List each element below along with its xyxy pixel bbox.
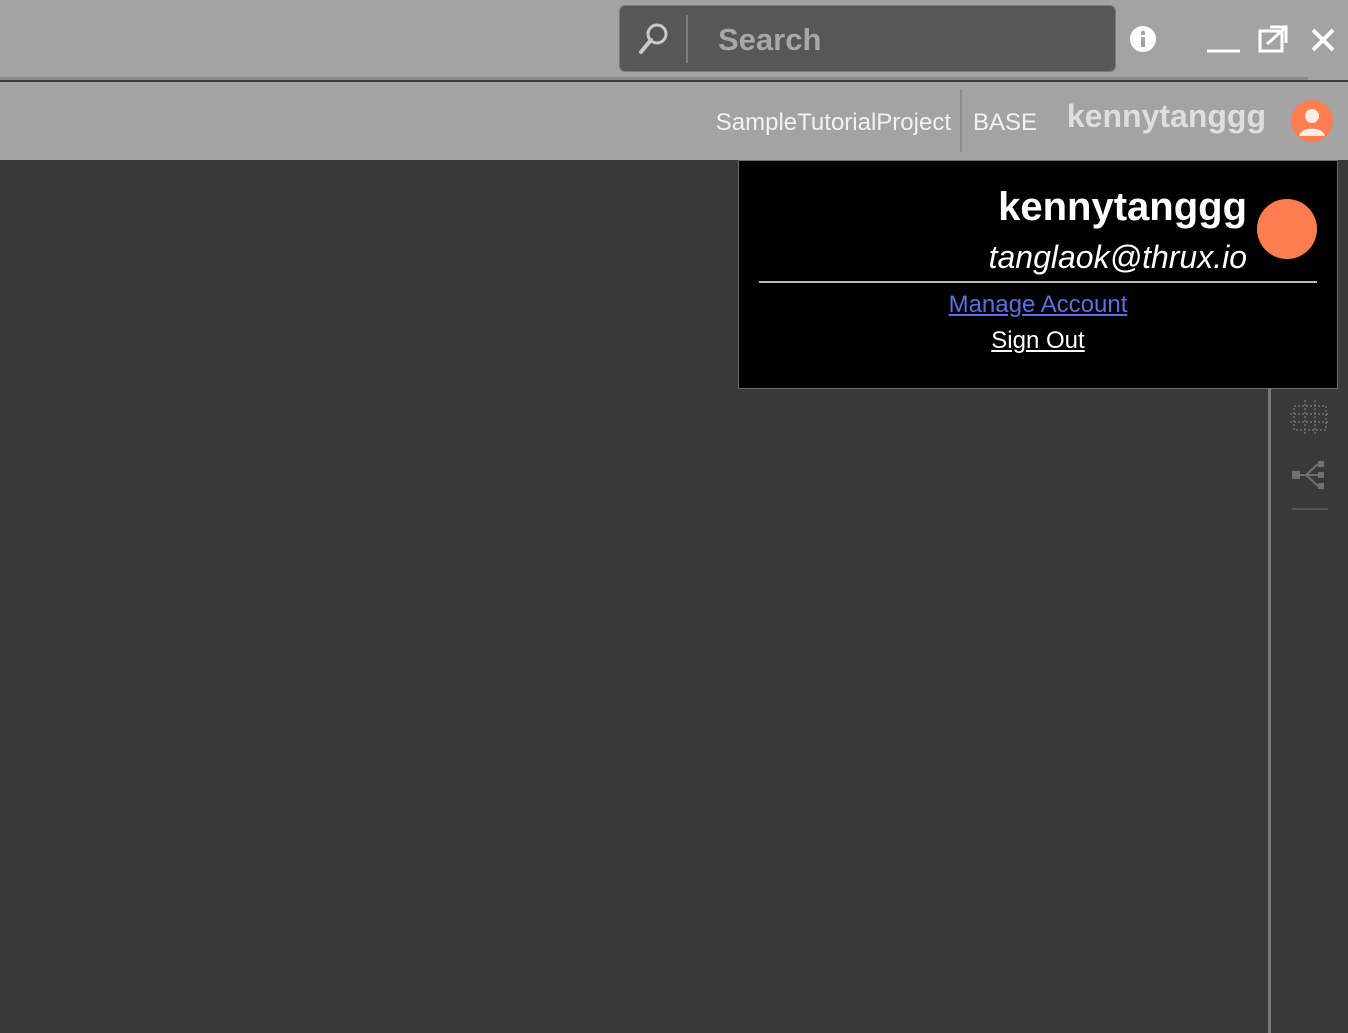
popup-avatar [1257,199,1317,259]
branch-name[interactable]: BASE [973,109,1037,137]
sign-out-link[interactable]: Sign Out [739,327,1337,355]
search-icon [639,23,668,54]
manage-account-link[interactable]: Manage Account [739,291,1337,319]
search-box[interactable]: Search [619,5,1116,72]
search-divider [686,15,688,63]
minimize-icon[interactable] [1203,20,1243,60]
close-icon[interactable] [1303,20,1343,60]
project-name[interactable]: SampleTutorialProject [716,109,951,137]
header-username[interactable]: kennytanggg [1067,98,1266,135]
hierarchy-icon[interactable] [1290,455,1330,495]
popup-divider [759,281,1317,283]
grid-icon[interactable] [1290,398,1330,438]
rail-divider [1292,508,1328,510]
popup-email: tanglaok@thrux.io [988,239,1247,275]
user-avatar-icon[interactable] [1291,100,1333,142]
popup-username: kennytanggg [998,185,1247,229]
account-popup: kennytanggg tanglaok@thrux.io Manage Acc… [738,160,1338,389]
toolbar: SampleTutorialProject BASE kennytanggg [0,82,1348,160]
title-bar-divider [0,77,1308,80]
restore-window-icon[interactable] [1253,20,1293,60]
toolbar-separator [960,90,962,152]
title-bar: Search [0,0,1348,80]
search-input[interactable]: Search [718,22,821,58]
info-icon[interactable] [1130,26,1156,52]
